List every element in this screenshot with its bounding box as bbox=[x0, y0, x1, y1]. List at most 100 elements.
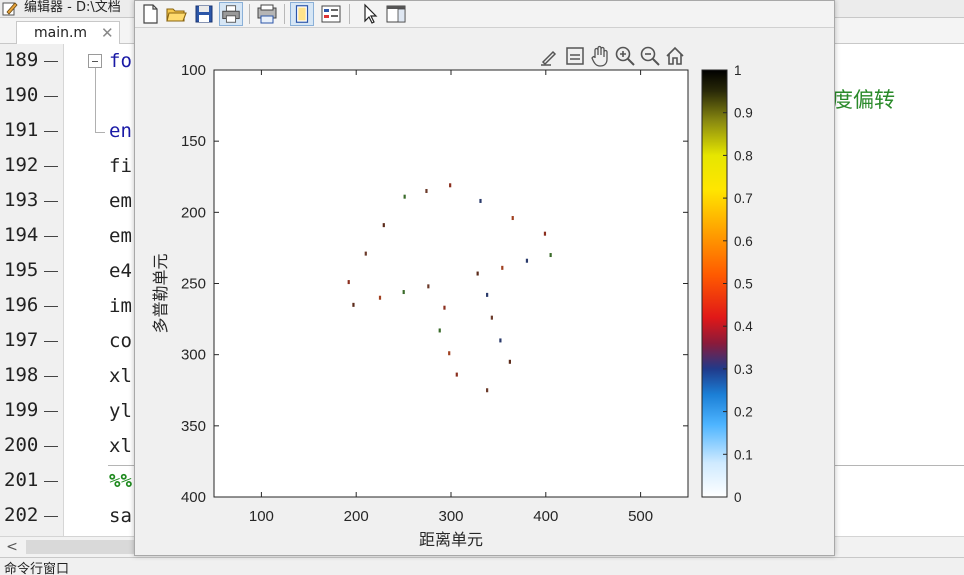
code-line[interactable]: sa bbox=[109, 505, 132, 540]
fold-guide bbox=[95, 68, 96, 132]
editor-pen-icon bbox=[2, 2, 18, 16]
data-point[interactable] bbox=[403, 194, 406, 199]
code-line[interactable]: em bbox=[109, 190, 132, 225]
code-line[interactable]: yl bbox=[109, 400, 132, 435]
code-line[interactable]: %% bbox=[109, 470, 132, 505]
breakpoint-marker[interactable] bbox=[44, 516, 58, 517]
line-number[interactable]: 199 bbox=[0, 394, 64, 429]
data-point[interactable] bbox=[378, 295, 382, 300]
data-point[interactable] bbox=[511, 216, 514, 221]
axes-background[interactable] bbox=[214, 70, 688, 497]
breakpoint-marker[interactable] bbox=[44, 131, 58, 132]
y-tick-label: 250 bbox=[181, 276, 206, 293]
line-number[interactable]: 202 bbox=[0, 499, 64, 534]
line-number-text: 193 bbox=[4, 189, 39, 211]
line-number[interactable]: 192 bbox=[0, 149, 64, 184]
breakpoint-marker[interactable] bbox=[44, 96, 58, 97]
data-point[interactable] bbox=[427, 284, 430, 289]
data-point[interactable] bbox=[347, 280, 350, 285]
data-point[interactable] bbox=[499, 338, 502, 343]
data-point[interactable] bbox=[490, 315, 493, 320]
x-tick-label: 100 bbox=[249, 508, 274, 525]
line-number-text: 189 bbox=[4, 49, 39, 71]
data-point[interactable] bbox=[448, 351, 451, 356]
line-number[interactable]: 194 bbox=[0, 219, 64, 254]
data-point[interactable] bbox=[438, 328, 441, 333]
line-number[interactable]: 200 bbox=[0, 429, 64, 464]
line-number[interactable]: 191 bbox=[0, 114, 64, 149]
line-number[interactable]: 189 bbox=[0, 44, 64, 79]
y-tick-label: 200 bbox=[181, 204, 206, 221]
x-tick-label: 300 bbox=[438, 508, 463, 525]
line-number-text: 195 bbox=[4, 259, 39, 281]
breakpoint-marker[interactable] bbox=[44, 376, 58, 377]
data-point[interactable] bbox=[525, 258, 529, 263]
y-tick-label: 350 bbox=[181, 418, 206, 435]
line-number[interactable]: 198 bbox=[0, 359, 64, 394]
code-line[interactable]: fo bbox=[109, 50, 132, 85]
close-icon[interactable]: ✕ bbox=[101, 22, 114, 44]
y-tick-label: 100 bbox=[181, 62, 206, 79]
status-text: 命令行窗口 bbox=[4, 562, 70, 575]
line-number-text: 199 bbox=[4, 399, 39, 421]
code-line[interactable]: en bbox=[109, 120, 132, 155]
data-point[interactable] bbox=[455, 372, 458, 377]
x-tick-label: 500 bbox=[628, 508, 653, 525]
fold-toggle-icon[interactable] bbox=[88, 54, 102, 68]
tab-main-m[interactable]: main.m ✕ bbox=[16, 21, 120, 44]
plot-area[interactable]: 100 200 300 400 500 100 150 200 250 300 350 400 距离单元… bbox=[135, 1, 834, 555]
line-number[interactable]: 196 bbox=[0, 289, 64, 324]
y-tick-label: 150 bbox=[181, 133, 206, 150]
breakpoint-marker[interactable] bbox=[44, 481, 58, 482]
command-window-strip: 命令行窗口 bbox=[0, 557, 964, 575]
breakpoint-marker[interactable] bbox=[44, 446, 58, 447]
breakpoint-marker[interactable] bbox=[44, 341, 58, 342]
breakpoint-marker[interactable] bbox=[44, 411, 58, 412]
data-point[interactable] bbox=[486, 388, 489, 393]
line-number[interactable]: 201 bbox=[0, 464, 64, 499]
data-point[interactable] bbox=[382, 223, 385, 228]
code-line[interactable]: em bbox=[109, 225, 132, 260]
breakpoint-marker[interactable] bbox=[44, 271, 58, 272]
line-number-text: 200 bbox=[4, 434, 39, 456]
colorbar-tick-label: 0.6 bbox=[734, 234, 753, 249]
code-line[interactable]: e4 bbox=[109, 260, 132, 295]
colorbar-tick-label: 1 bbox=[734, 63, 742, 78]
line-number[interactable]: 195 bbox=[0, 254, 64, 289]
data-point[interactable] bbox=[508, 359, 511, 364]
code-line[interactable]: co bbox=[109, 330, 132, 365]
data-point[interactable] bbox=[425, 188, 428, 193]
colorbar-tick-label: 0.9 bbox=[734, 106, 753, 121]
data-point[interactable] bbox=[352, 302, 355, 307]
code-line[interactable]: xl bbox=[109, 365, 132, 400]
scroll-left-icon[interactable]: < bbox=[3, 537, 21, 557]
data-point[interactable] bbox=[476, 271, 479, 276]
data-point[interactable] bbox=[443, 305, 446, 310]
fold-guide-end bbox=[95, 132, 105, 133]
data-point[interactable] bbox=[501, 265, 504, 270]
data-point[interactable] bbox=[364, 251, 367, 256]
x-tick-label: 400 bbox=[533, 508, 558, 525]
data-point[interactable] bbox=[402, 290, 405, 295]
figure-window: 100 200 300 400 500 100 150 200 250 300 350 400 距离单元… bbox=[134, 0, 835, 556]
data-point[interactable] bbox=[549, 253, 552, 258]
breakpoint-marker[interactable] bbox=[44, 201, 58, 202]
data-point[interactable] bbox=[479, 198, 482, 203]
colorbar-tick-label: 0.5 bbox=[734, 277, 753, 292]
line-number[interactable]: 193 bbox=[0, 184, 64, 219]
breakpoint-marker[interactable] bbox=[44, 61, 58, 62]
line-number[interactable]: 190 bbox=[0, 79, 64, 114]
code-line[interactable]: im bbox=[109, 295, 132, 330]
line-number[interactable]: 197 bbox=[0, 324, 64, 359]
breakpoint-marker[interactable] bbox=[44, 236, 58, 237]
data-point[interactable] bbox=[486, 292, 489, 297]
tab-label: main.m bbox=[34, 25, 88, 41]
breakpoint-marker[interactable] bbox=[44, 306, 58, 307]
breakpoint-marker[interactable] bbox=[44, 166, 58, 167]
line-number-text: 197 bbox=[4, 329, 39, 351]
data-point[interactable] bbox=[449, 183, 452, 188]
y-axis-label: 多普勒单元 bbox=[152, 253, 170, 333]
data-point[interactable] bbox=[543, 231, 547, 236]
line-number-gutter: 189 190 191 192 193 194 195 196 197 198 199 200 201 2… bbox=[0, 44, 64, 536]
code-line[interactable]: fi bbox=[109, 155, 132, 190]
